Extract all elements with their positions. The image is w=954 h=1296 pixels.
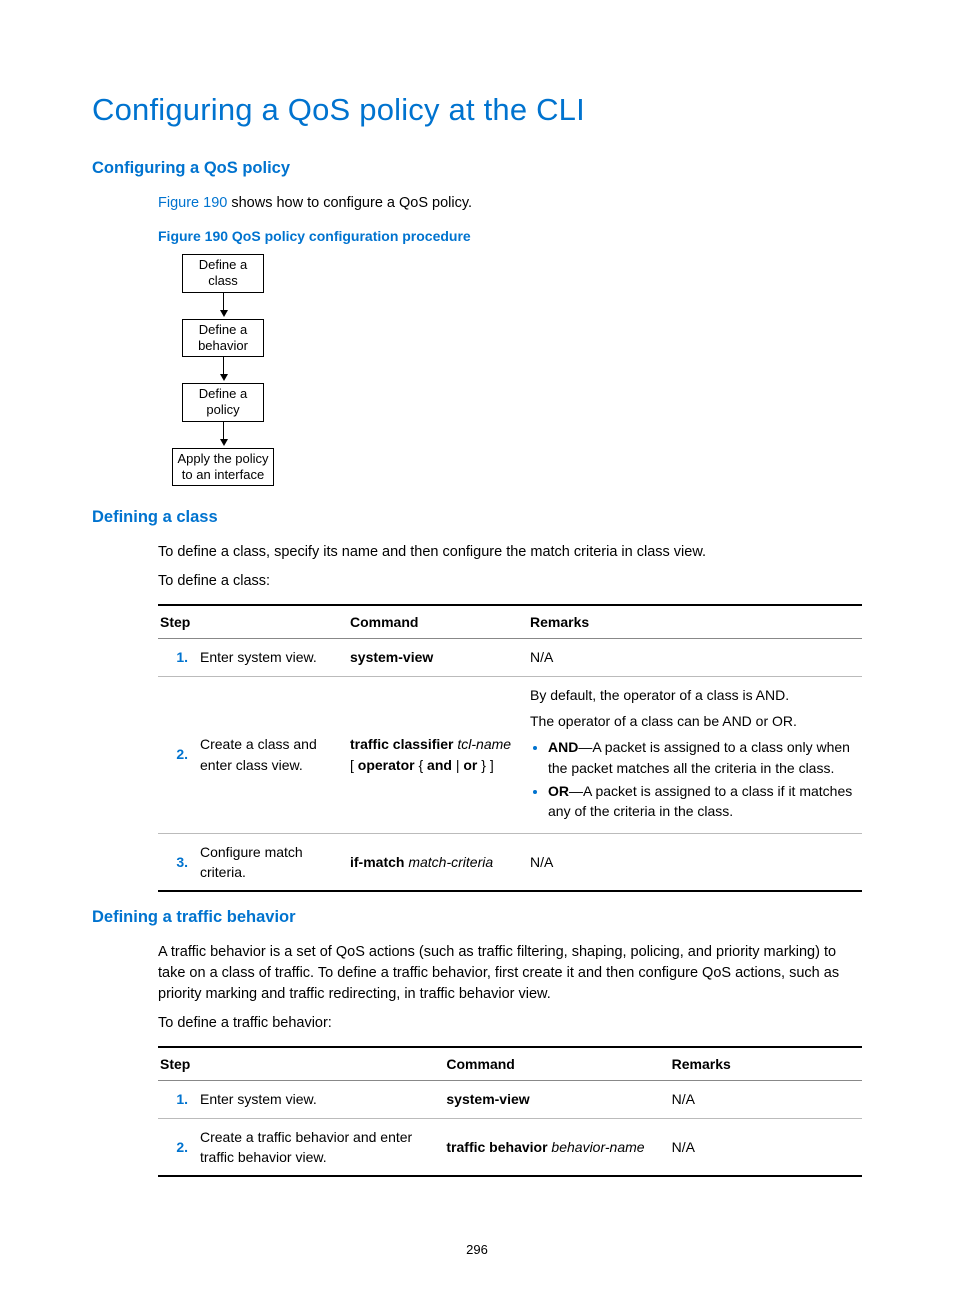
col-remarks: Remarks xyxy=(528,605,862,639)
table-row: 2. Create a class and enter class view. … xyxy=(158,676,862,833)
table-row: 2. Create a traffic behavior and enter t… xyxy=(158,1118,862,1176)
col-remarks: Remarks xyxy=(670,1047,862,1081)
section-body: Figure 190 shows how to configure a QoS … xyxy=(158,193,862,486)
section-body: To define a class, specify its name and … xyxy=(158,542,862,892)
flow-label: Apply the policy to an interface xyxy=(177,451,268,482)
flow-box-behavior: Define a behavior xyxy=(182,319,264,358)
class-table: Step Command Remarks 1. Enter system vie… xyxy=(158,604,862,892)
step-text: Create a class and enter class view. xyxy=(198,676,348,833)
arrow-down-icon xyxy=(158,422,288,448)
col-command: Command xyxy=(348,605,528,639)
col-step: Step xyxy=(158,605,348,639)
step-num: 3. xyxy=(158,833,198,891)
cmd-arg: behavior-name xyxy=(548,1139,645,1155)
flow-label: Define a class xyxy=(199,257,247,288)
cmd: operator xyxy=(358,757,415,773)
col-step: Step xyxy=(158,1047,444,1081)
remark-line: By default, the operator of a class is A… xyxy=(530,685,856,705)
command-text: if-match match-criteria xyxy=(348,833,528,891)
text: —A packet is assigned to a class if it m… xyxy=(548,783,852,819)
intro-paragraph: Figure 190 shows how to configure a QoS … xyxy=(158,193,862,214)
table-row: 1. Enter system view. system-view N/A xyxy=(158,639,862,676)
table-row: 3. Configure match criteria. if-match ma… xyxy=(158,833,862,891)
list-item: AND—A packet is assigned to a class only… xyxy=(548,737,856,778)
command-text: system-view xyxy=(444,1081,669,1118)
intro-text: shows how to configure a QoS policy. xyxy=(227,195,472,211)
table-row: 1. Enter system view. system-view N/A xyxy=(158,1081,862,1118)
step-num: 1. xyxy=(158,639,198,676)
page-number: 296 xyxy=(0,1241,954,1260)
arrow-down-icon xyxy=(158,293,288,319)
remarks-text: N/A xyxy=(670,1118,862,1176)
table-header-row: Step Command Remarks xyxy=(158,605,862,639)
behavior-table: Step Command Remarks 1. Enter system vie… xyxy=(158,1046,862,1177)
bold: AND xyxy=(548,739,578,755)
step-num: 2. xyxy=(158,676,198,833)
remarks-text: N/A xyxy=(528,639,862,676)
flow-label: Define a behavior xyxy=(198,322,248,353)
section-heading-configuring: Configuring a QoS policy xyxy=(92,157,862,181)
command-text: system-view xyxy=(348,639,528,676)
table-header-row: Step Command Remarks xyxy=(158,1047,862,1081)
flow-label: Define a policy xyxy=(199,386,247,417)
section-heading-behavior: Defining a traffic behavior xyxy=(92,906,862,930)
command-text: traffic classifier tcl-name [ operator {… xyxy=(348,676,528,833)
remarks-text: N/A xyxy=(670,1081,862,1118)
step-text: Enter system view. xyxy=(198,1081,444,1118)
step-text: Configure match criteria. xyxy=(198,833,348,891)
remark-line: The operator of a class can be AND or OR… xyxy=(530,711,856,731)
cmd: traffic classifier xyxy=(350,736,454,752)
flow-box-class: Define a class xyxy=(182,254,264,293)
cmd: if-match xyxy=(350,854,404,870)
cmd-arg: tcl-name xyxy=(454,736,512,752)
flow-box-apply: Apply the policy to an interface xyxy=(172,448,273,487)
col-command: Command xyxy=(444,1047,669,1081)
paragraph: To define a class: xyxy=(158,571,862,592)
remarks-list: AND—A packet is assigned to a class only… xyxy=(530,737,856,821)
paragraph: To define a class, specify its name and … xyxy=(158,542,862,563)
flow-box-policy: Define a policy xyxy=(182,383,264,422)
command-text: traffic behavior behavior-name xyxy=(444,1118,669,1176)
cmd-arg: match-criteria xyxy=(404,854,493,870)
remarks-text: N/A xyxy=(528,833,862,891)
text: —A packet is assigned to a class only wh… xyxy=(548,739,850,775)
flowchart: Define a class Define a behavior Define … xyxy=(158,254,288,486)
cmd: traffic behavior xyxy=(446,1139,547,1155)
section-body: A traffic behavior is a set of QoS actio… xyxy=(158,942,862,1177)
figure-caption: Figure 190 QoS policy configuration proc… xyxy=(158,226,862,246)
step-text: Enter system view. xyxy=(198,639,348,676)
page-title: Configuring a QoS policy at the CLI xyxy=(92,88,862,133)
step-text: Create a traffic behavior and enter traf… xyxy=(198,1118,444,1176)
list-item: OR—A packet is assigned to a class if it… xyxy=(548,781,856,822)
cmd: system-view xyxy=(350,649,433,665)
remarks-text: By default, the operator of a class is A… xyxy=(528,676,862,833)
page: Configuring a QoS policy at the CLI Conf… xyxy=(0,0,954,1296)
bold: OR xyxy=(548,783,569,799)
step-num: 2. xyxy=(158,1118,198,1176)
cmd: system-view xyxy=(446,1091,529,1107)
step-num: 1. xyxy=(158,1081,198,1118)
arrow-down-icon xyxy=(158,357,288,383)
figure-link[interactable]: Figure 190 xyxy=(158,195,227,211)
cmd: or xyxy=(463,757,477,773)
section-heading-class: Defining a class xyxy=(92,506,862,530)
paragraph: A traffic behavior is a set of QoS actio… xyxy=(158,942,862,1005)
paragraph: To define a traffic behavior: xyxy=(158,1013,862,1034)
cmd: and xyxy=(427,757,452,773)
